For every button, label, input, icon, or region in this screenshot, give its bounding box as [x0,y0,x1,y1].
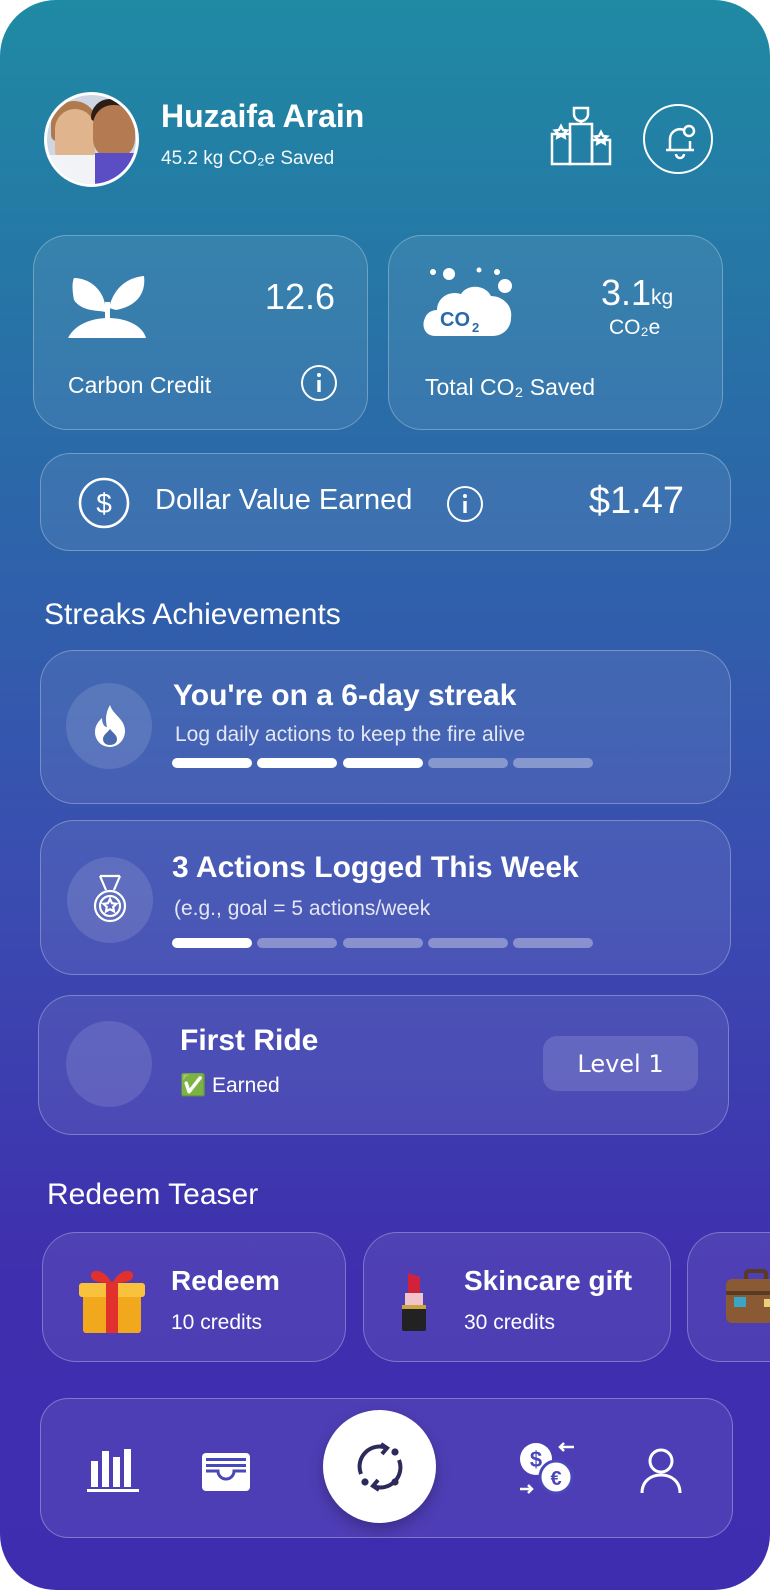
carbon-credit-value: 12.6 [264,276,335,317]
streaks-heading: Streaks Achievements [44,598,341,631]
weekly-actions-subtitle: (e.g., goal = 5 actions/week [174,897,431,920]
co2-saved-card[interactable]: CO 2 3.1 kg CO₂e Total CO₂ Saved [388,235,723,430]
redeem-credits: 10 credits [171,1311,263,1334]
svg-text:€: € [550,1468,561,1490]
user-icon[interactable] [639,1447,683,1495]
user-name: Huzaifa Arain [161,98,365,134]
svg-text:CO: CO [440,309,470,331]
carbon-credit-label: Carbon Credit [68,372,212,398]
progress-segment [428,758,508,768]
bell-icon [666,124,696,160]
streak-subtitle: Log daily actions to keep the fire alive [175,723,526,746]
first-ride-status: ✅ Earned [180,1074,280,1097]
progress-segment [172,938,252,948]
info-icon[interactable] [300,364,338,402]
level-badge: Level 1 [543,1036,698,1091]
notifications-button[interactable] [643,104,713,174]
first-ride-title: First Ride [180,1024,319,1057]
dollar-value-amount: $1.47 [588,480,684,522]
redeem-card[interactable]: Redeem 10 credits [42,1232,346,1362]
dollar-circle-icon: $ [78,477,130,529]
streak-title: You're on a 6-day streak [173,679,517,712]
weekly-actions-card[interactable]: 3 Actions Logged This Week (e.g., goal =… [40,820,731,975]
co2-cloud-icon: CO 2 [423,267,512,336]
skincare-title: Skincare gift [464,1265,633,1296]
svg-text:$: $ [96,488,112,519]
sprout-icon [68,276,146,338]
progress-segment [257,938,337,948]
gift-icon [79,1270,145,1333]
carbon-credit-card[interactable]: 12.6 Carbon Credit [33,235,368,430]
lipstick-icon [402,1273,426,1331]
sync-button[interactable] [323,1410,436,1523]
skincare-credits: 30 credits [464,1311,556,1334]
medal-icon [93,874,127,923]
progress-segment [343,938,423,948]
progress-segment [513,938,593,948]
progress-segment [513,758,593,768]
app-screen: Huzaifa Arain 45.2 kg CO₂e Saved 12.6 Ca… [0,0,770,1590]
co2-saved-unit2: CO₂e [609,316,661,339]
wallet-icon[interactable] [201,1451,251,1493]
svg-text:2: 2 [472,320,479,335]
skincare-gift-card[interactable]: Skincare gift 30 credits [363,1232,671,1362]
weekly-actions-title: 3 Actions Logged This Week [172,851,579,884]
redeem-title: Redeem [171,1265,280,1296]
user-co2-saved: 45.2 kg CO₂e Saved [161,148,335,169]
flame-icon [95,705,125,747]
ride-badge-placeholder [66,1021,152,1107]
sync-icon [357,1441,402,1492]
dollar-value-label: Dollar Value Earned [155,484,413,516]
suitcase-icon [726,1269,770,1323]
svg-text:$: $ [530,1447,542,1472]
avatar[interactable] [44,92,139,187]
podium-trophy-icon[interactable] [548,104,614,168]
streak-card[interactable]: You're on a 6-day streak Log daily actio… [40,650,731,804]
co2-saved-value: 3.1 [601,272,652,313]
medal-badge [67,857,153,943]
progress-segment [343,758,423,768]
flame-badge [66,683,152,769]
travel-reward-card[interactable] [687,1232,770,1362]
progress-segment [428,938,508,948]
bar-chart-icon[interactable] [87,1447,139,1493]
progress-segment [172,758,252,768]
dollar-value-card[interactable]: $ Dollar Value Earned $1.47 [40,453,731,551]
co2-saved-unit: kg [651,286,674,309]
co2-saved-label: Total CO₂ Saved [425,374,596,400]
currency-exchange-icon[interactable]: $ € [518,1441,576,1497]
progress-segment [257,758,337,768]
info-icon[interactable] [445,484,485,524]
redeem-heading: Redeem Teaser [47,1178,259,1211]
